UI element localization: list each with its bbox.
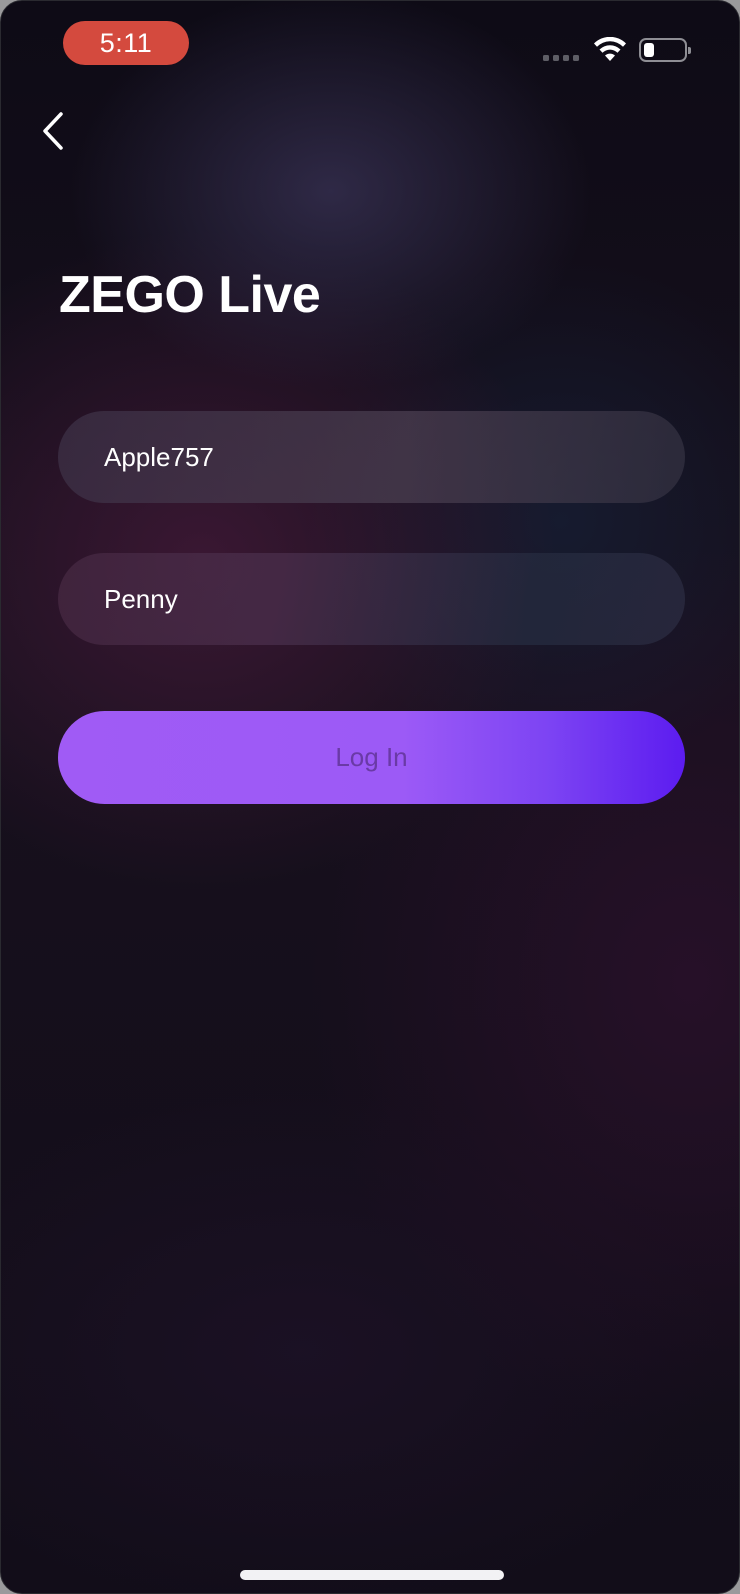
login-button[interactable]: Log In: [58, 711, 685, 804]
wifi-icon: [594, 37, 626, 61]
back-button[interactable]: [35, 109, 71, 153]
app-title: ZEGO Live: [59, 266, 321, 324]
cellular-signal-icon: [543, 55, 579, 61]
battery-level: [644, 43, 654, 57]
home-indicator[interactable]: [240, 1570, 504, 1580]
chevron-left-icon: [43, 112, 63, 150]
login-button-label: Log In: [335, 742, 408, 772]
battery-icon: [639, 38, 691, 62]
user-id-field[interactable]: [58, 411, 685, 503]
status-time: 5:11: [63, 21, 189, 65]
user-name-input[interactable]: [104, 583, 685, 615]
user-name-field[interactable]: [58, 553, 685, 645]
user-id-input[interactable]: [104, 441, 685, 473]
phone-screen: 5:11 ZEGO Live Log In: [0, 0, 740, 1594]
